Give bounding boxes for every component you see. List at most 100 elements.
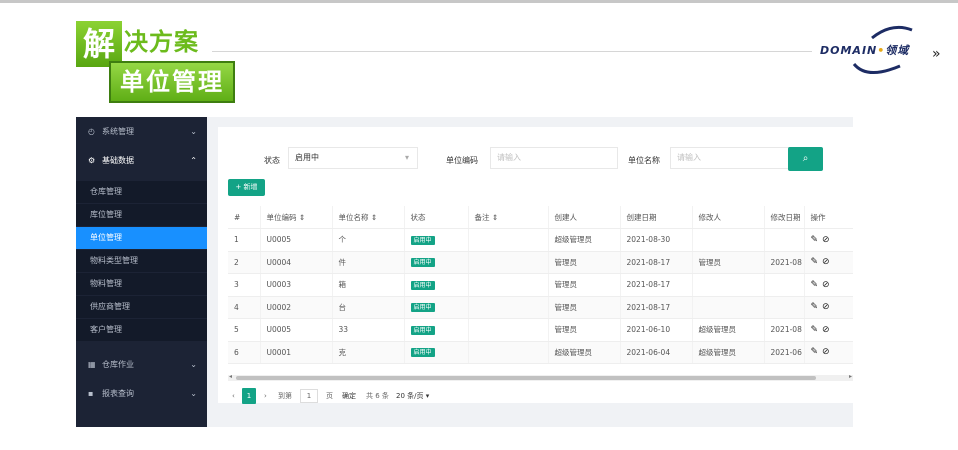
gauge-icon: ◴ bbox=[88, 127, 95, 136]
edit-icon[interactable]: ✎ bbox=[811, 257, 819, 267]
chat-icon: ▪ bbox=[88, 389, 94, 398]
sidebar-item-warehouse[interactable]: 仓库管理 bbox=[76, 181, 207, 203]
disable-icon[interactable]: ⊘ bbox=[822, 302, 830, 312]
cell-modifier bbox=[692, 228, 765, 252]
sidebar-item-location[interactable]: 库位管理 bbox=[76, 204, 207, 226]
cell-status: 启用中 bbox=[404, 318, 469, 342]
status-badge: 启用中 bbox=[410, 258, 435, 268]
cell-creator: 超级管理员 bbox=[548, 228, 621, 252]
sidebar-item-supplier[interactable]: 供应商管理 bbox=[76, 296, 207, 318]
code-input[interactable]: 请输入 bbox=[490, 147, 618, 169]
sidebar-item-unit[interactable]: 单位管理 bbox=[76, 227, 207, 249]
sidebar-item-customer[interactable]: 客户管理 bbox=[76, 319, 207, 341]
sidebar-item-label: 仓库作业 bbox=[102, 360, 134, 369]
cell-created-date: 2021-08-30 bbox=[620, 228, 693, 252]
add-button[interactable]: + 新增 bbox=[228, 179, 265, 196]
disable-icon[interactable]: ⊘ bbox=[822, 325, 830, 335]
cell-unit-code: U0002 bbox=[260, 296, 333, 319]
status-badge: 启用中 bbox=[410, 348, 435, 358]
chevron-down-icon: ⌄ bbox=[190, 127, 197, 136]
edit-icon[interactable]: ✎ bbox=[811, 235, 819, 245]
page-1-button[interactable]: 1 bbox=[242, 388, 256, 404]
cell-created-date: 2021-06-04 bbox=[620, 341, 693, 364]
cell-modifier bbox=[692, 296, 765, 319]
cell-row-number: 3 bbox=[228, 273, 261, 297]
horizontal-scrollbar[interactable]: ◂ ▸ bbox=[228, 373, 853, 381]
next-chevron-icon[interactable]: » bbox=[932, 46, 941, 62]
status-badge: 启用中 bbox=[410, 325, 435, 335]
header-rule bbox=[212, 51, 812, 52]
status-select[interactable]: 启用中 ▾ bbox=[288, 147, 418, 169]
cell-actions: ✎ ⊘ bbox=[804, 273, 853, 297]
col-header[interactable]: 单位编码 ⇕ bbox=[260, 206, 333, 229]
cell-modified-date bbox=[764, 273, 805, 297]
status-select-value: 启用中 bbox=[295, 153, 319, 162]
col-header[interactable]: 单位名称 ⇕ bbox=[332, 206, 405, 229]
prev-page-icon[interactable]: ‹ bbox=[232, 388, 235, 404]
total-count: 共 6 条 bbox=[366, 392, 389, 400]
cell-remark bbox=[468, 273, 549, 297]
table-row: 3 U0003 箱启用中 管理员 2021-08-17 ✎ ⊘ bbox=[228, 273, 853, 297]
sidebar-item-reports[interactable]: ▪ 报表查询 ⌄ bbox=[76, 383, 207, 405]
cell-status: 启用中 bbox=[404, 251, 469, 274]
edit-icon[interactable]: ✎ bbox=[811, 325, 819, 335]
cell-row-number: 1 bbox=[228, 228, 261, 252]
cell-remark bbox=[468, 341, 549, 364]
next-page-icon[interactable]: › bbox=[264, 388, 267, 404]
table-header-row: # 单位编码 ⇕ 单位名称 ⇕ 状态 备注 ⇕ 创建人 创建日期 修改人 修改日… bbox=[228, 206, 853, 229]
title-rest: 决方案 bbox=[124, 28, 199, 56]
scroll-left-icon[interactable]: ◂ bbox=[229, 373, 232, 380]
disable-icon[interactable]: ⊘ bbox=[822, 257, 830, 267]
edit-icon[interactable]: ✎ bbox=[811, 347, 819, 357]
name-input[interactable]: 请输入 bbox=[670, 147, 798, 169]
col-header: 状态 bbox=[404, 206, 469, 229]
name-label: 单位名称 bbox=[628, 156, 660, 165]
col-header[interactable]: 备注 ⇕ bbox=[468, 206, 549, 229]
cell-modified-date: 2021-06 bbox=[764, 341, 805, 364]
cell-modified-date bbox=[764, 228, 805, 252]
disable-icon[interactable]: ⊘ bbox=[822, 347, 830, 357]
sidebar-item-material[interactable]: 物料管理 bbox=[76, 273, 207, 295]
cell-remark bbox=[468, 228, 549, 252]
sidebar-item-material-type[interactable]: 物料类型管理 bbox=[76, 250, 207, 272]
cell-modified-date bbox=[764, 296, 805, 319]
cell-modifier: 超级管理员 bbox=[692, 341, 765, 364]
goto-input[interactable]: 1 bbox=[300, 389, 318, 403]
search-icon: ⌕ bbox=[802, 153, 809, 164]
col-header: 修改日期 bbox=[764, 206, 805, 229]
subtitle-badge: 单位管理 bbox=[109, 61, 235, 103]
cell-unit-name: 个 bbox=[332, 228, 405, 252]
sidebar-item-label: 系统管理 bbox=[102, 127, 134, 136]
disable-icon[interactable]: ⊘ bbox=[822, 235, 830, 245]
sidebar-item-system[interactable]: ◴ 系统管理 ⌄ bbox=[76, 121, 207, 143]
sidebar-item-warehouse-ops[interactable]: ▦ 仓库作业 ⌄ bbox=[76, 354, 207, 376]
cell-actions: ✎ ⊘ bbox=[804, 228, 853, 252]
table-row: 4 U0002 台启用中 管理员 2021-08-17 ✎ ⊘ bbox=[228, 296, 853, 319]
cell-unit-code: U0001 bbox=[260, 341, 333, 364]
edit-icon[interactable]: ✎ bbox=[811, 280, 819, 290]
chevron-down-icon: ⌄ bbox=[190, 360, 197, 369]
cell-row-number: 2 bbox=[228, 251, 261, 274]
app-window: ◴ 系统管理 ⌄ ⚙ 基础数据 ⌃ 仓库管理 库位管理 单位管理 物料类型管理 物料… bbox=[76, 117, 853, 427]
sidebar-item-basic-data[interactable]: ⚙ 基础数据 ⌃ bbox=[76, 150, 207, 172]
edit-icon[interactable]: ✎ bbox=[811, 302, 819, 312]
scrollbar-thumb[interactable] bbox=[236, 376, 816, 380]
page-size-select[interactable]: 20 条/页 ▾ bbox=[396, 388, 429, 404]
cell-status: 启用中 bbox=[404, 296, 469, 319]
sidebar: ◴ 系统管理 ⌄ ⚙ 基础数据 ⌃ 仓库管理 库位管理 单位管理 物料类型管理 物料… bbox=[76, 117, 207, 427]
cell-row-number: 5 bbox=[228, 318, 261, 342]
cell-row-number: 6 bbox=[228, 341, 261, 364]
cell-created-date: 2021-08-17 bbox=[620, 273, 693, 297]
confirm-button[interactable]: 确定 bbox=[342, 388, 356, 404]
cell-actions: ✎ ⊘ bbox=[804, 251, 853, 274]
disable-icon[interactable]: ⊘ bbox=[822, 280, 830, 290]
gear-icon: ⚙ bbox=[88, 156, 96, 165]
chevron-up-icon: ⌃ bbox=[190, 156, 197, 165]
cell-unit-code: U0005 bbox=[260, 228, 333, 252]
sidebar-item-label: 基础数据 bbox=[102, 156, 134, 165]
top-rule bbox=[0, 0, 958, 3]
cell-created-date: 2021-08-17 bbox=[620, 251, 693, 274]
cell-row-number: 4 bbox=[228, 296, 261, 319]
scroll-right-icon[interactable]: ▸ bbox=[849, 373, 852, 380]
search-button[interactable]: ⌕ bbox=[788, 147, 823, 171]
